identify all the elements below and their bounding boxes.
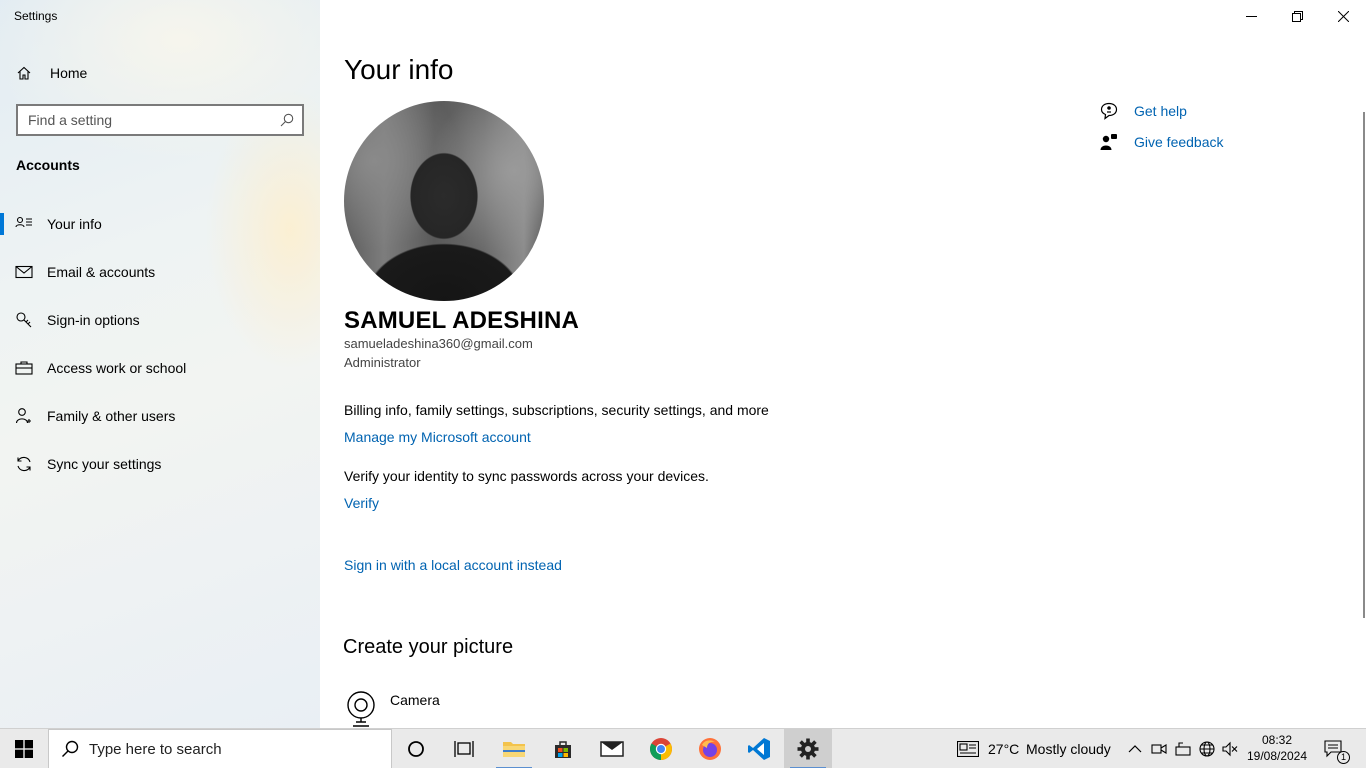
mail-envelope-icon [600,741,624,757]
action-center-icon[interactable]: 1 [1324,739,1350,764]
camera-icon [347,691,375,727]
accounts-nav: Your info Email & accounts Sign-in optio… [0,200,320,488]
firefox-app[interactable] [686,729,734,768]
user-email: samueladeshina360@gmail.com [344,336,533,351]
selected-indicator [0,213,4,235]
home-nav-item[interactable]: Home [16,62,87,84]
home-icon [17,66,31,80]
get-help-link[interactable]: Get help [1100,102,1187,120]
task-view-icon [454,741,474,757]
user-role: Administrator [344,355,421,370]
folder-icon [503,742,525,757]
search-icon [62,740,79,757]
taskbar-search-box[interactable]: Type here to search [48,729,392,768]
verify-link[interactable]: Verify [344,495,379,511]
sidebar-item-sync-settings[interactable]: Sync your settings [0,440,320,488]
profile-picture [344,101,544,301]
meet-now-icon[interactable] [1150,740,1168,758]
user-display-name: SAMUEL ADESHINA [344,307,580,334]
home-label: Home [50,65,88,81]
app-title: Settings [14,9,58,23]
mail-icon [15,263,33,281]
clock-date: 19/08/2024 [1246,749,1308,763]
create-picture-title: Create your picture [343,636,514,658]
give-feedback-link[interactable]: Give feedback [1100,133,1224,151]
close-icon [1337,10,1349,22]
file-explorer-app[interactable] [490,729,538,768]
give-feedback-label: Give feedback [1134,134,1224,150]
show-hidden-icons-chevron-icon[interactable] [1126,740,1144,758]
sidebar-item-label: Access work or school [47,360,187,376]
vscode-icon [748,738,770,760]
get-help-label: Get help [1134,103,1187,119]
news-weather-icon[interactable] [956,740,980,758]
billing-info-text: Billing info, family settings, subscript… [344,402,769,418]
windows-logo-icon [15,740,33,758]
taskbar: Type here to search 27°C Mostly cloudy 0… [0,728,1366,768]
globe-language-icon[interactable] [1198,740,1216,758]
speaker-muted-icon[interactable] [1221,740,1239,758]
sync-icon [15,455,33,473]
notification-count-badge: 1 [1337,751,1350,764]
restore-icon [1291,10,1303,22]
sidebar-item-label: Sync your settings [47,456,162,472]
minimize-icon [1245,15,1257,17]
chat-help-icon [1100,102,1118,120]
feedback-person-icon [1100,134,1117,150]
vscode-app[interactable] [735,729,783,768]
sidebar-item-label: Your info [47,216,102,232]
settings-sidebar: Settings Home Accounts Your info Email &… [0,0,320,728]
vertical-scrollbar[interactable] [1363,112,1365,618]
minimize-button[interactable] [1228,0,1274,32]
firefox-icon [699,738,721,760]
sidebar-item-label: Family & other users [47,408,176,424]
taskbar-search-placeholder: Type here to search [89,740,222,758]
store-bag-icon [555,741,571,758]
chrome-app[interactable] [637,729,685,768]
sidebar-item-access-work-school[interactable]: Access work or school [0,344,320,392]
sidebar-item-email-accounts[interactable]: Email & accounts [0,248,320,296]
manage-microsoft-account-link[interactable]: Manage my Microsoft account [344,429,531,445]
network-icon[interactable] [1174,740,1192,758]
weather-temperature[interactable]: 27°C [988,741,1019,757]
restore-button[interactable] [1274,0,1320,32]
weather-condition[interactable]: Mostly cloudy [1026,741,1111,757]
settings-app[interactable] [784,729,832,768]
verify-identity-text: Verify your identity to sync passwords a… [344,468,709,484]
sidebar-item-label: Email & accounts [47,264,156,280]
sidebar-item-family-other-users[interactable]: Family & other users [0,392,320,440]
camera-option[interactable]: Camera [344,690,440,728]
gear-icon [797,738,819,760]
your-info-page: Your info SAMUEL ADESHINA samueladeshina… [320,0,1366,728]
cortana-circle-icon [408,741,424,757]
briefcase-icon [15,359,33,377]
start-button[interactable] [0,729,48,768]
microsoft-store-app[interactable] [539,729,587,768]
page-title: Your info [344,54,454,85]
search-icon[interactable] [272,106,302,134]
local-account-link[interactable]: Sign in with a local account instead [344,557,562,573]
close-button[interactable] [1320,0,1366,32]
find-setting-search[interactable] [16,104,304,136]
taskbar-clock[interactable]: 08:32 19/08/2024 [1240,732,1314,764]
mail-app[interactable] [588,729,636,768]
cortana-button[interactable] [392,729,440,768]
key-icon [15,311,33,329]
sidebar-item-label: Sign-in options [47,312,140,328]
task-view-button[interactable] [440,729,488,768]
clock-time: 08:32 [1261,733,1293,747]
add-person-icon [15,407,33,425]
chrome-icon [650,738,672,760]
camera-label: Camera [390,692,440,708]
sidebar-item-your-info[interactable]: Your info [0,200,320,248]
find-setting-input[interactable] [18,106,272,134]
sidebar-item-sign-in-options[interactable]: Sign-in options [0,296,320,344]
person-card-icon [15,215,33,233]
accounts-section-title: Accounts [16,157,80,173]
